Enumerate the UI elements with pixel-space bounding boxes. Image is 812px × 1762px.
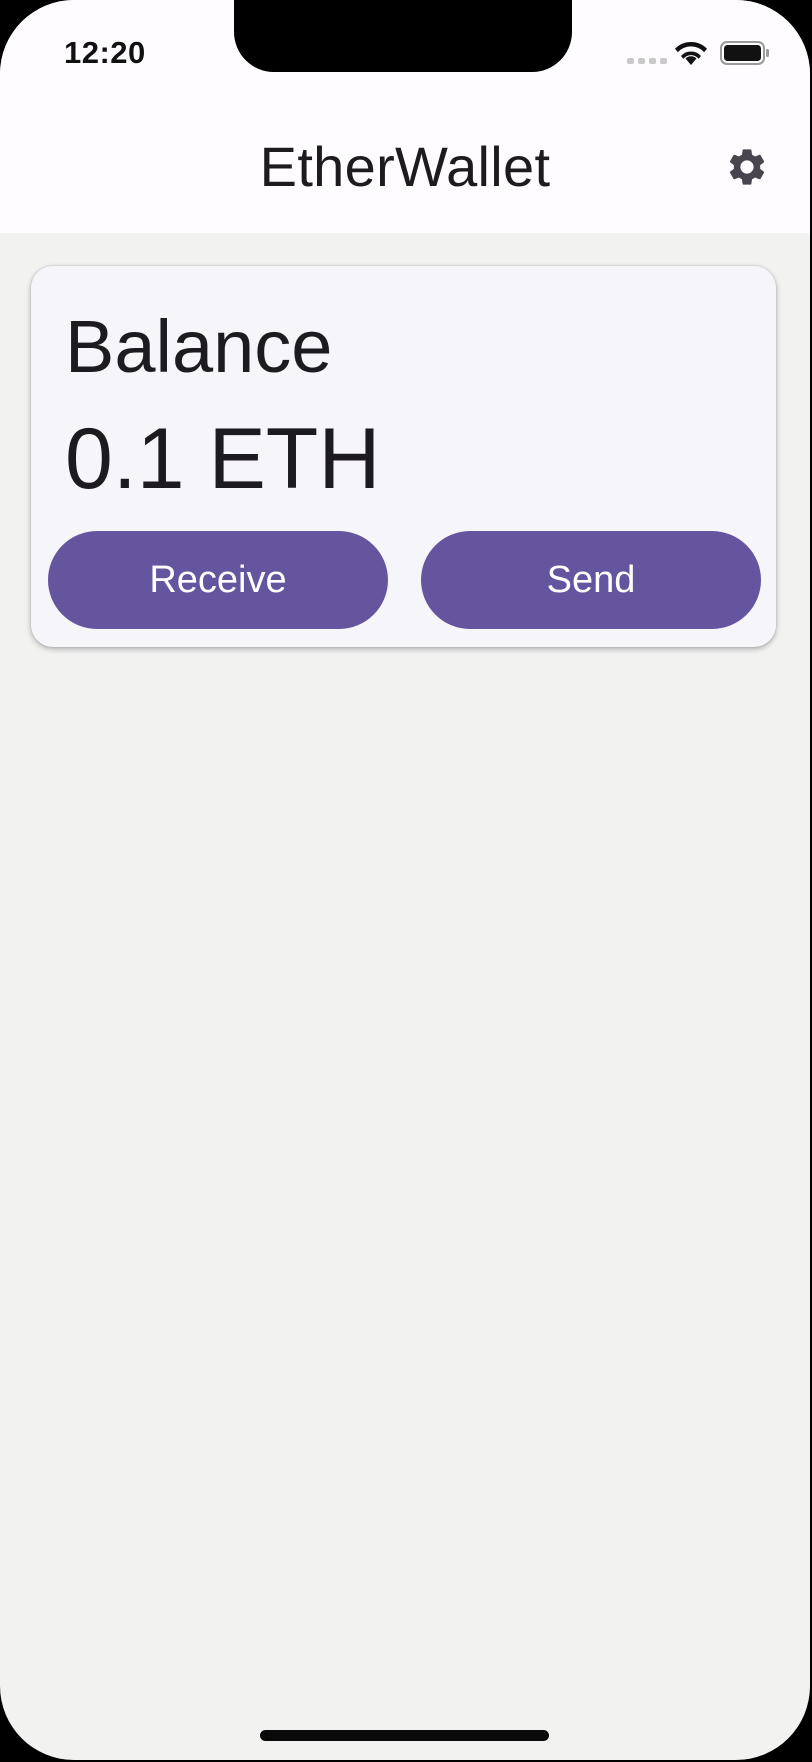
wifi-icon xyxy=(675,41,707,65)
app-title: EtherWallet xyxy=(259,135,551,198)
device-notch xyxy=(234,0,572,72)
send-button[interactable]: Send xyxy=(421,531,761,629)
status-bar: 12:20 xyxy=(0,0,810,104)
gear-icon xyxy=(729,149,765,185)
balance-amount: 0.1 ETH xyxy=(65,411,381,507)
cellular-signal-icon xyxy=(627,58,667,64)
settings-button[interactable] xyxy=(722,142,772,192)
app-bar: EtherWallet xyxy=(0,104,810,233)
status-time: 12:20 xyxy=(64,35,146,70)
battery-icon xyxy=(720,41,769,65)
receive-button[interactable]: Receive xyxy=(48,531,388,629)
home-indicator[interactable] xyxy=(260,1730,549,1741)
balance-card: Balance 0.1 ETH Receive Send xyxy=(31,266,776,647)
phone-screen: 12:20 EtherWallet Balance 0.1 ETH Receiv… xyxy=(0,0,810,1760)
balance-label: Balance xyxy=(65,305,333,388)
